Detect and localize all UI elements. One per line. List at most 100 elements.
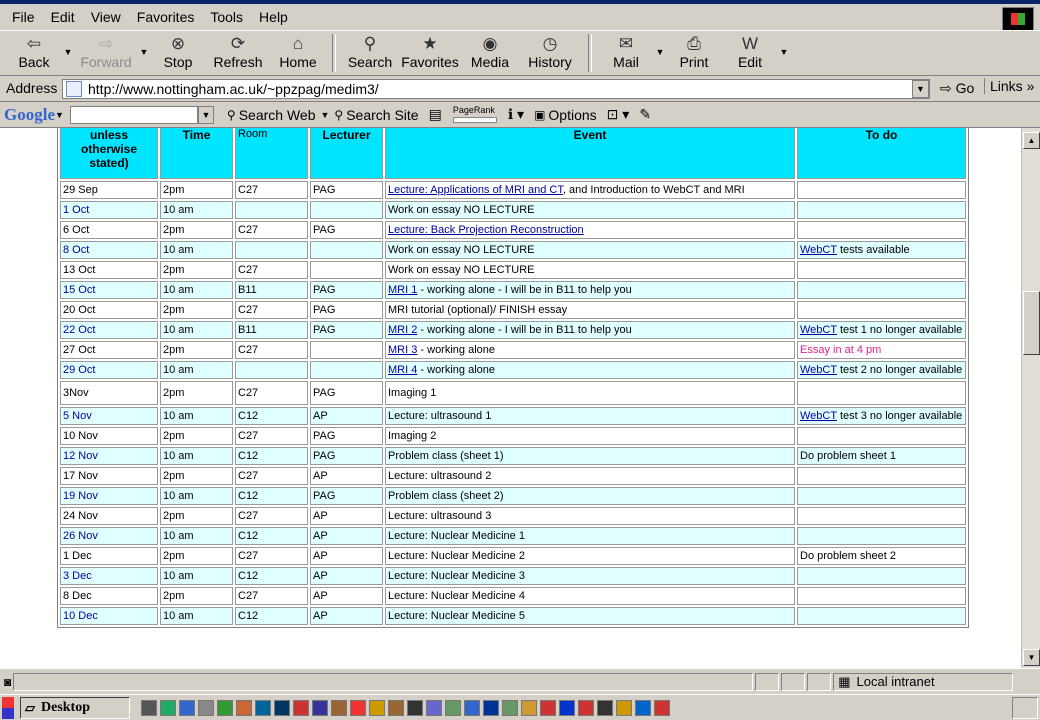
event-link[interactable]: MRI 4 [388,364,417,376]
todo-text: Do problem sheet 1 [800,450,896,462]
mail-dropdown-icon[interactable]: ▼ [654,31,666,57]
cell-todo: Do problem sheet 1 [797,447,966,465]
menu-edit[interactable]: Edit [43,7,83,27]
quick-launch-icon[interactable] [350,699,366,716]
webct-link[interactable]: WebCT [800,324,837,336]
quick-launch-icon[interactable] [654,699,670,716]
quick-launch-icon[interactable] [635,699,651,716]
pagerank-indicator[interactable]: PageRank [452,106,497,123]
edit-dropdown-icon[interactable]: ▼ [778,31,790,57]
quick-launch-icon[interactable] [160,699,176,716]
quick-launch-icon[interactable] [255,699,271,716]
quick-launch-icon[interactable] [616,699,632,716]
quick-launch-icon[interactable] [198,699,214,716]
address-dropdown-button[interactable]: ▼ [912,80,929,98]
vertical-scrollbar[interactable]: ▲ ▼ [1021,128,1040,668]
print-button[interactable]: ⎙ Print [666,31,722,75]
menu-view[interactable]: View [83,7,129,27]
address-input[interactable]: http://www.nottingham.ac.uk/~ppzpag/medi… [62,79,930,99]
search-web-button[interactable]: ⚲ Search Web [222,107,321,123]
google-menu-dropdown-icon[interactable]: ▼ [55,110,64,120]
back-button[interactable]: ⇦ Back [6,31,62,75]
search-web-dropdown-icon[interactable]: ▼ [321,110,330,120]
start-button[interactable] [2,696,14,719]
quick-launch-icon[interactable] [236,699,252,716]
cell-lecturer: PAG [310,281,383,299]
forward-dropdown-icon[interactable]: ▼ [138,31,150,57]
quick-launch-icon[interactable] [312,699,328,716]
google-toolbar: Google ▼ ▼ ⚲ Search Web ▼ ⚲ Search Site ▤ … [0,102,1040,128]
cell-event: Imaging 2 [385,427,795,445]
favorites-button[interactable]: ★ Favorites [398,31,462,75]
search-button[interactable]: ⚲ Search [342,31,398,75]
quick-launch-icon[interactable] [578,699,594,716]
quick-launch-icon[interactable] [445,699,461,716]
scroll-down-arrow-icon[interactable]: ▼ [1023,649,1040,666]
webct-link[interactable]: WebCT [800,364,837,376]
cell-time: 10 am [160,447,233,465]
quick-launch-icon[interactable] [293,699,309,716]
history-button[interactable]: ◷ History [518,31,582,75]
go-button[interactable]: ⇨ Go [940,80,974,97]
quick-launch-icon[interactable] [597,699,613,716]
menu-tools[interactable]: Tools [202,7,251,27]
quick-launch-icon[interactable] [331,699,347,716]
refresh-button[interactable]: ⟳ Refresh [206,31,270,75]
cell-lecturer: AP [310,467,383,485]
print-icon: ⎙ [687,34,701,53]
cell-time: 10 am [160,407,233,425]
quick-launch-icon[interactable] [426,699,442,716]
menu-help[interactable]: Help [251,7,296,27]
cell-event: Lecture: Back Projection Reconstruction [385,221,795,239]
mail-button[interactable]: ✉ Mail [598,31,654,75]
scroll-up-arrow-icon[interactable]: ▲ [1023,132,1040,149]
folder-up-icon[interactable]: ⊡ ▾ [602,106,635,123]
home-button[interactable]: ⌂ Home [270,31,326,75]
links-button[interactable]: Links » [984,78,1034,94]
event-link[interactable]: MRI 2 [388,324,417,336]
event-link[interactable]: Lecture: Applications of MRI and CT [388,184,563,196]
quick-launch-icon[interactable] [179,699,195,716]
highlighter-icon[interactable]: ✎ [634,106,656,123]
event-text: Work on essay NO LECTURE [388,244,535,256]
quick-launch-icon[interactable] [274,699,290,716]
news-icon[interactable]: ▤ [424,106,447,123]
event-link[interactable]: MRI 3 [388,344,417,356]
media-button[interactable]: ◉ Media [462,31,518,75]
back-dropdown-icon[interactable]: ▼ [62,31,74,57]
page-content: unless otherwise stated) Time Room Lectu… [0,128,1040,668]
stop-button[interactable]: ⊗ Stop [150,31,206,75]
google-search-input[interactable] [69,105,198,124]
cell-todo [797,301,966,319]
event-link[interactable]: MRI 1 [388,284,417,296]
quick-launch-icon[interactable] [217,699,233,716]
cell-date: 8 Oct [60,241,158,259]
quick-launch-icon[interactable] [502,699,518,716]
edit-button[interactable]: W Edit [722,31,778,75]
menu-file[interactable]: File [4,7,43,27]
webct-link[interactable]: WebCT [800,410,837,422]
scrollbar-thumb[interactable] [1023,291,1040,355]
quick-launch-icon[interactable] [464,699,480,716]
quick-launch-icon[interactable] [407,699,423,716]
quick-launch-icon[interactable] [540,699,556,716]
quick-launch-icon[interactable] [388,699,404,716]
event-link[interactable]: Lecture: Back Projection Reconstruction [388,224,584,236]
quick-launch-icon[interactable] [521,699,537,716]
schedule-table: unless otherwise stated) Time Room Lectu… [57,128,969,628]
google-logo[interactable]: Google [4,105,55,125]
quick-launch-icon[interactable] [483,699,499,716]
forward-button[interactable]: ⇨ Forward [74,31,138,75]
search-site-button[interactable]: ⚲ Search Site [329,107,423,123]
quick-launch-icon[interactable] [141,699,157,716]
address-label: Address [6,80,58,96]
desktop-toolbar-button[interactable]: ▱ Desktop [20,696,130,719]
quick-launch-icon[interactable] [559,699,575,716]
quick-launch-icon[interactable] [369,699,385,716]
menu-favorites[interactable]: Favorites [129,7,203,27]
info-icon[interactable]: ℹ ▾ [503,106,529,123]
system-tray[interactable] [1012,697,1038,719]
google-search-dropdown-button[interactable]: ▼ [197,105,214,124]
options-button[interactable]: ▣ Options [529,107,602,123]
webct-link[interactable]: WebCT [800,244,837,256]
